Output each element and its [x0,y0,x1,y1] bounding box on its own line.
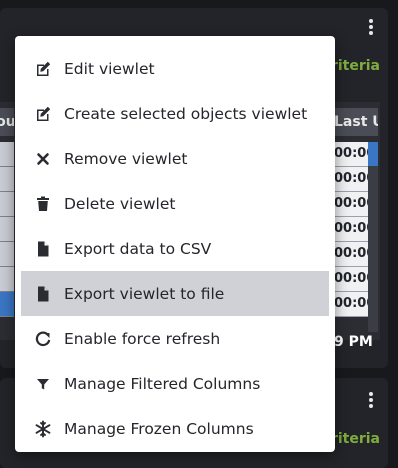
file-icon [34,285,52,303]
viewlet-options-menu: Edit viewlet Create selected objects vie… [15,36,335,452]
table-cell-selected[interactable] [0,292,14,317]
table-cell[interactable] [0,192,14,217]
more-options-icon[interactable] [369,392,373,408]
table-cell-time[interactable]: 00:00 [332,292,368,317]
table-cell[interactable] [0,142,14,167]
menu-item-create-selected-objects-viewlet[interactable]: Create selected objects viewlet [21,91,329,136]
menu-item-enable-force-refresh[interactable]: Enable force refresh [21,316,329,361]
menu-item-label: Export viewlet to file [64,284,225,303]
edit-icon [34,60,52,78]
table-cell-time[interactable]: 00:00 [332,217,368,242]
close-icon [34,150,52,168]
filter-icon [34,375,52,393]
menu-item-label: Remove viewlet [64,149,188,168]
menu-item-label: Create selected objects viewlet [64,104,308,123]
menu-item-manage-frozen-columns[interactable]: Manage Frozen Columns [21,406,329,451]
refresh-icon [34,330,52,348]
table-cell-time[interactable]: 00:00 [332,142,368,167]
menu-item-label: Enable force refresh [64,329,221,348]
more-options-icon[interactable] [369,19,373,35]
menu-item-edit-viewlet[interactable]: Edit viewlet [21,46,329,91]
right-column-cells: 00:00 00:00 00:00 00:00 00:00 00:00 00:0… [332,142,368,317]
menu-item-export-viewlet-file[interactable]: Export viewlet to file [21,271,329,316]
menu-item-export-data-csv[interactable]: Export data to CSV [21,226,329,271]
menu-item-label: Manage Frozen Columns [64,419,254,438]
trash-icon [34,195,52,213]
left-column-cells [0,142,14,317]
table-cell[interactable] [0,217,14,242]
table-cell[interactable] [0,242,14,267]
table-cell[interactable] [0,267,14,292]
table-cell-time[interactable]: 00:00 [332,242,368,267]
table-cell[interactable] [0,167,14,192]
table-cell-time[interactable]: 00:00 [332,167,368,192]
footer-timestamp: 9 PM [334,334,373,350]
snowflake-icon [34,420,52,438]
file-icon [34,240,52,258]
menu-item-remove-viewlet[interactable]: Remove viewlet [21,136,329,181]
column-header-source[interactable]: Source [0,108,14,136]
menu-item-manage-filtered-columns[interactable]: Manage Filtered Columns [21,361,329,406]
menu-item-label: Export data to CSV [64,239,212,258]
edit-icon [34,105,52,123]
menu-item-label: Edit viewlet [64,59,155,78]
table-cell-time[interactable]: 00:00 [332,192,368,217]
vertical-scrollbar[interactable] [368,142,378,332]
menu-item-label: Delete viewlet [64,194,176,213]
scrollbar-thumb[interactable] [368,142,378,166]
menu-item-delete-viewlet[interactable]: Delete viewlet [21,181,329,226]
column-header-last-updated[interactable]: Last Updated [332,108,378,136]
menu-item-label: Manage Filtered Columns [64,374,261,393]
table-cell-time[interactable]: 00:00 [332,267,368,292]
